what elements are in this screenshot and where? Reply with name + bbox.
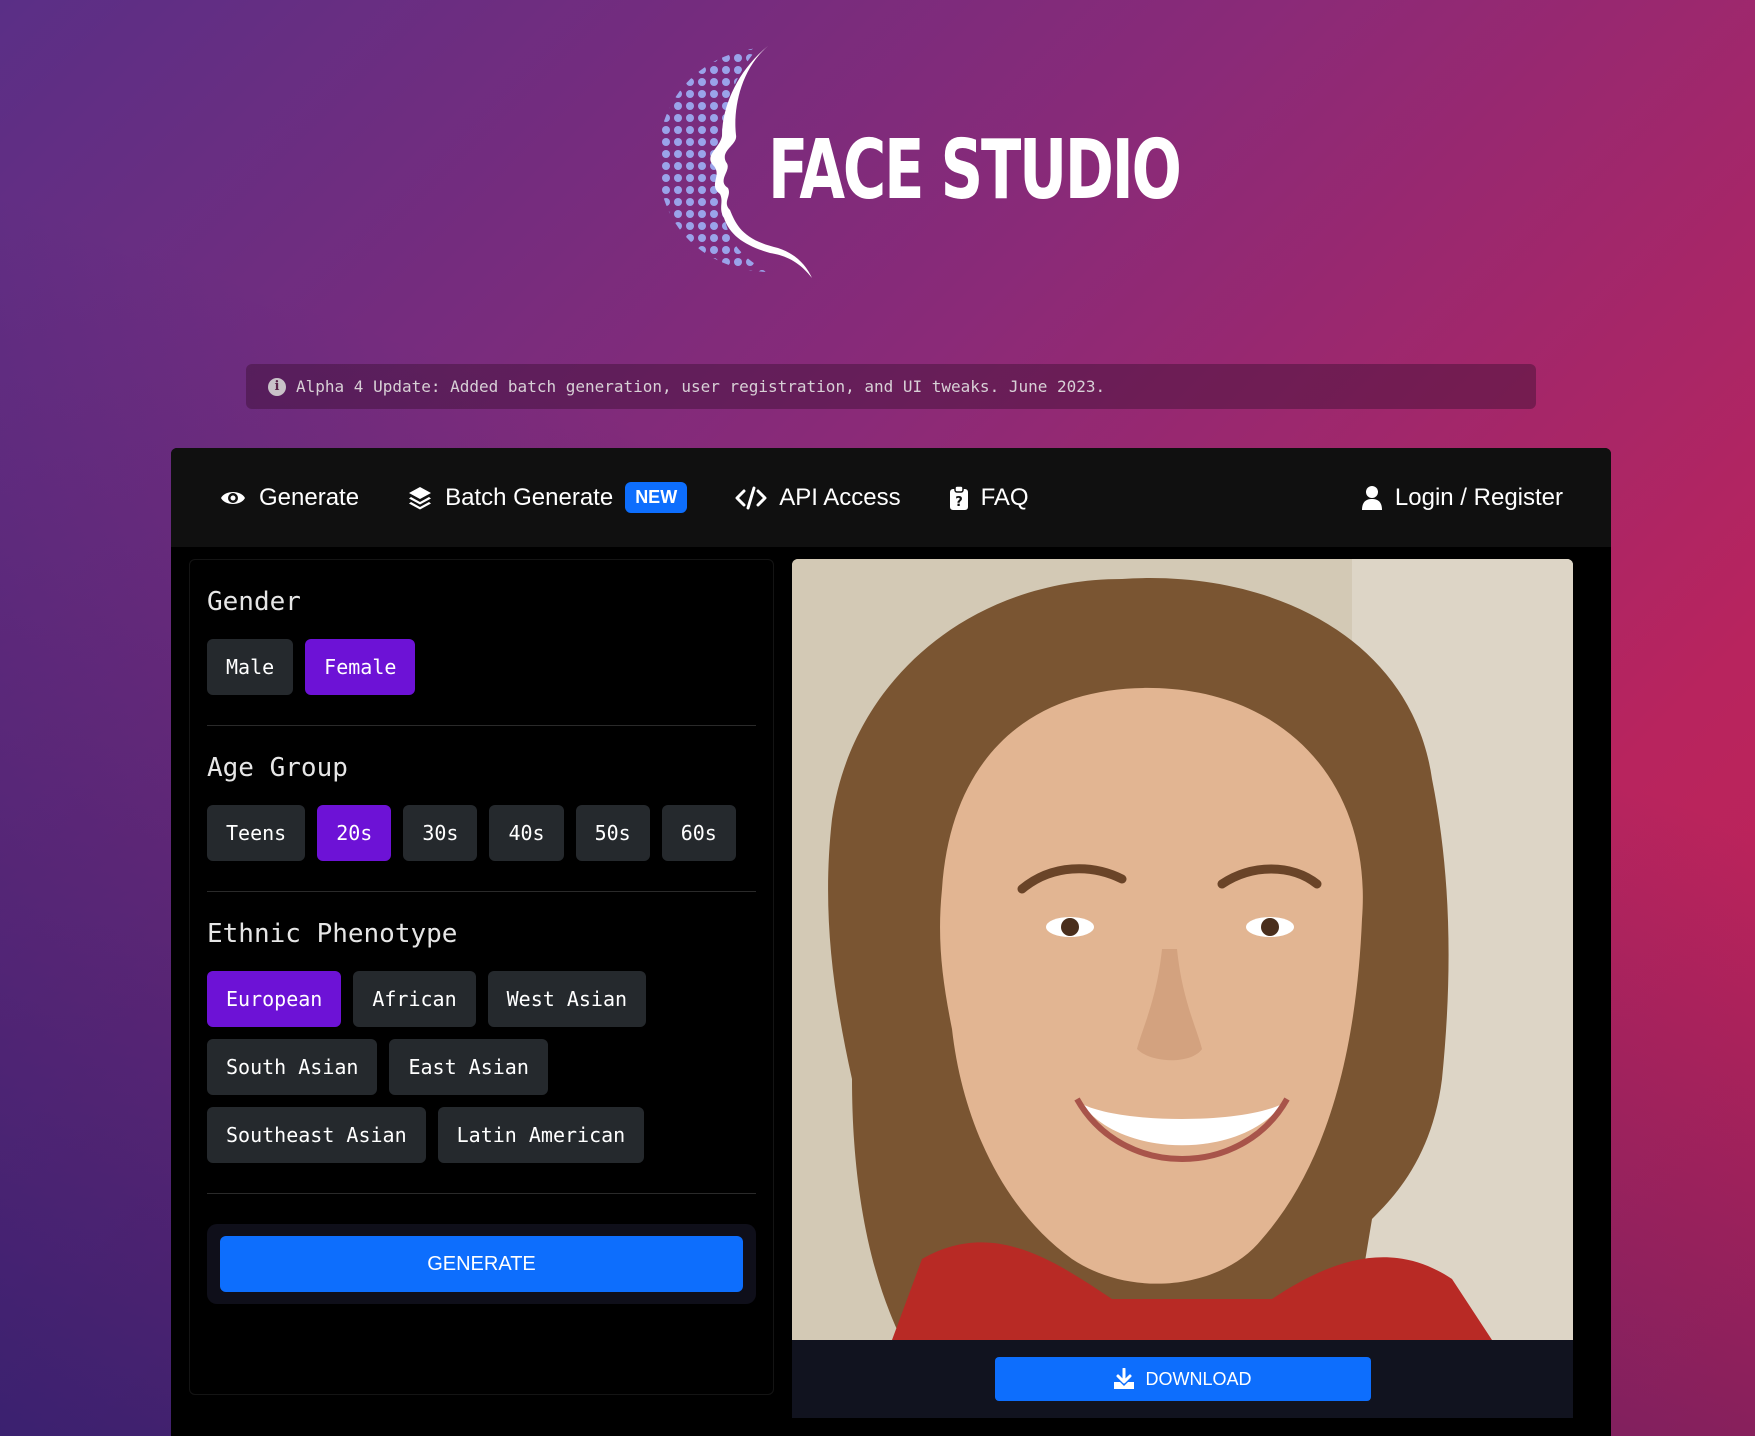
nav-batch-label: Batch Generate: [445, 483, 614, 511]
app-panel: Generate Batch Generate NEW API Access ?…: [171, 448, 1611, 1436]
new-badge: NEW: [625, 482, 688, 513]
user-icon: [1361, 485, 1382, 510]
svg-text:?: ?: [955, 495, 963, 510]
ethnicity-options: European African West Asian South Asian …: [207, 971, 647, 1163]
ethnicity-option-latin-american[interactable]: Latin American: [437, 1107, 645, 1163]
gender-option-male[interactable]: Male: [207, 639, 294, 695]
gender-option-female[interactable]: Female: [305, 639, 416, 695]
generate-button[interactable]: GENERATE: [220, 1236, 743, 1292]
brand-logo: FACE STUDIO: [648, 40, 1182, 290]
generated-face-image: [792, 559, 1573, 1340]
layers-icon: [409, 486, 432, 509]
controls-panel: Gender Male Female Age Group Teens 20s 3…: [189, 559, 774, 1395]
download-icon: [1114, 1368, 1135, 1389]
download-label: DOWNLOAD: [1145, 1368, 1252, 1389]
code-icon: [735, 486, 767, 509]
download-button[interactable]: DOWNLOAD: [994, 1357, 1371, 1401]
nav-generate[interactable]: Generate: [219, 484, 359, 512]
nav-faq[interactable]: ? FAQ: [949, 484, 1029, 512]
nav-login-register[interactable]: Login / Register: [1361, 484, 1563, 512]
age-option-30s[interactable]: 30s: [403, 805, 478, 861]
age-option-60s[interactable]: 60s: [661, 805, 736, 861]
nav-api-access[interactable]: API Access: [735, 483, 901, 512]
preview-panel: DOWNLOAD: [792, 559, 1573, 1419]
navbar: Generate Batch Generate NEW API Access ?…: [171, 448, 1611, 547]
gender-title: Gender: [207, 587, 301, 617]
age-option-40s[interactable]: 40s: [489, 805, 564, 861]
nav-login-label: Login / Register: [1394, 483, 1563, 511]
download-bar: DOWNLOAD: [792, 1340, 1573, 1418]
ethnicity-option-african[interactable]: African: [353, 971, 476, 1027]
generate-wrapper: GENERATE: [207, 1224, 756, 1304]
info-icon: i: [268, 377, 286, 396]
ethnicity-option-south-asian[interactable]: South Asian: [207, 1039, 378, 1095]
update-text: Alpha 4 Update: Added batch generation, …: [296, 377, 1106, 396]
age-option-teens[interactable]: Teens: [207, 805, 306, 861]
gender-options: Male Female: [207, 639, 756, 695]
gender-section: Gender Male Female: [207, 589, 756, 726]
face-portrait-illustration: [792, 559, 1573, 1340]
nav-api-label: API Access: [779, 483, 901, 511]
nav-batch-generate[interactable]: Batch Generate NEW: [407, 482, 688, 513]
ethnicity-option-european[interactable]: European: [207, 971, 342, 1027]
ethnicity-option-southeast-asian[interactable]: Southeast Asian: [207, 1107, 426, 1163]
age-option-20s[interactable]: 20s: [317, 805, 392, 861]
update-banner: i Alpha 4 Update: Added batch generation…: [246, 364, 1536, 409]
ethnicity-option-east-asian[interactable]: East Asian: [389, 1039, 548, 1095]
age-option-50s[interactable]: 50s: [575, 805, 650, 861]
nav-generate-label: Generate: [259, 483, 360, 511]
ethnicity-section: Ethnic Phenotype European African West A…: [207, 921, 756, 1194]
clipboard-question-icon: ?: [949, 484, 968, 510]
ethnicity-option-west-asian[interactable]: West Asian: [487, 971, 647, 1027]
age-options: Teens 20s 30s 40s 50s 60s: [207, 805, 756, 861]
age-section: Age Group Teens 20s 30s 40s 50s 60s: [207, 755, 756, 892]
ethnicity-title: Ethnic Phenotype: [207, 919, 458, 949]
brand-name: FACE STUDIO: [768, 123, 1182, 218]
nav-faq-label: FAQ: [980, 483, 1029, 511]
age-title: Age Group: [207, 753, 348, 783]
eye-icon: [221, 491, 245, 504]
